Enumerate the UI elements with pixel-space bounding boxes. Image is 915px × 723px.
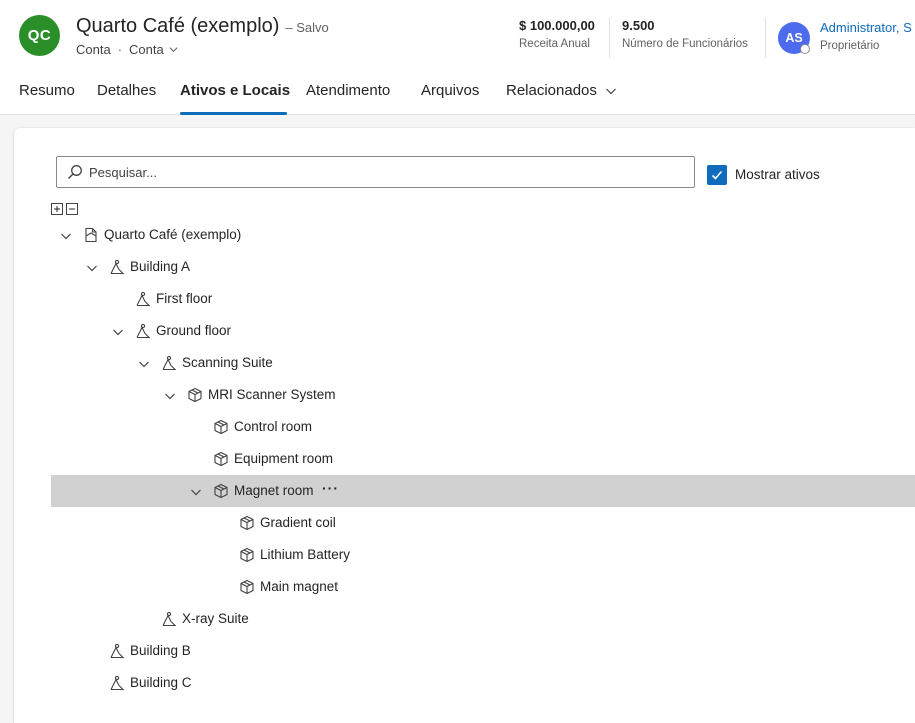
save-status: – Salvo xyxy=(285,20,329,35)
kpi-annual-revenue: $ 100.000,00 Receita Anual xyxy=(519,18,595,50)
kpi-label: Número de Funcionários xyxy=(622,38,748,50)
tree-node[interactable]: Building C xyxy=(51,667,915,699)
tree-node-label: First floor xyxy=(156,291,213,306)
tree-node[interactable]: Equipment room xyxy=(51,443,915,475)
tab-arquivos[interactable]: Arquivos xyxy=(421,82,479,99)
separator: · xyxy=(117,42,123,57)
tree-node[interactable]: MRI Scanner System xyxy=(51,379,915,411)
location-icon xyxy=(109,643,125,659)
tree-node[interactable]: Ground floor xyxy=(51,315,915,347)
tab-detalhes[interactable]: Detalhes xyxy=(97,82,156,99)
owner-role: Proprietário xyxy=(820,40,880,52)
tab-ativos-e-locais[interactable]: Ativos e Locais xyxy=(180,82,290,99)
kpi-value: $ 100.000,00 xyxy=(519,18,595,33)
tab-resumo[interactable]: Resumo xyxy=(19,82,75,99)
tree-node[interactable]: Building A xyxy=(51,251,915,283)
tree-node[interactable]: First floor xyxy=(51,283,915,315)
tree-node-label: X-ray Suite xyxy=(182,611,249,626)
location-icon xyxy=(135,323,151,339)
chevron-down-icon xyxy=(605,88,616,94)
kpi-employees: 9.500 Número de Funcionários xyxy=(622,18,748,50)
expand-all-button[interactable] xyxy=(51,203,63,215)
location-icon xyxy=(109,259,125,275)
chevron-down-icon[interactable] xyxy=(138,357,150,369)
location-icon xyxy=(161,611,177,627)
account-avatar: QC xyxy=(19,15,60,56)
tree-node-label: Control room xyxy=(234,419,313,434)
chevron-down-icon[interactable] xyxy=(60,229,72,241)
form-selector[interactable]: Conta xyxy=(129,42,179,57)
tab-atendimento[interactable]: Atendimento xyxy=(306,82,390,99)
tree-node-label: Lithium Battery xyxy=(260,547,351,562)
tree-node[interactable]: Quarto Café (exemplo) xyxy=(51,219,915,251)
chevron-down-icon[interactable] xyxy=(190,485,202,497)
chevron-down-icon[interactable] xyxy=(112,325,124,337)
tree-node-label: Scanning Suite xyxy=(182,355,273,370)
asset-icon xyxy=(239,579,255,595)
tree-node[interactable]: Building B xyxy=(51,635,915,667)
chevron-down-icon[interactable] xyxy=(86,261,98,273)
asset-icon xyxy=(239,515,255,531)
form-name: Conta xyxy=(129,42,164,57)
chevron-down-icon[interactable] xyxy=(164,389,176,401)
asset-icon xyxy=(213,419,229,435)
tree-node[interactable]: X-ray Suite xyxy=(51,603,915,635)
location-icon xyxy=(161,355,177,371)
asset-icon xyxy=(239,547,255,563)
tree-node-label: Building C xyxy=(130,675,192,690)
tree-node-label: Quarto Café (exemplo) xyxy=(104,227,242,242)
show-assets-checkbox[interactable] xyxy=(707,165,727,185)
record-header: QC Quarto Café (exemplo) – Salvo Conta ·… xyxy=(0,0,915,70)
show-assets-label[interactable]: Mostrar ativos xyxy=(735,167,820,182)
tree-node[interactable]: Gradient coil xyxy=(51,507,915,539)
tree-node-label: Magnet room xyxy=(234,483,314,498)
checkmark-icon xyxy=(711,170,723,180)
kpi-divider xyxy=(765,18,766,58)
owner-name-link[interactable]: Administrator, S xyxy=(820,20,912,35)
collapse-all-button[interactable] xyxy=(66,203,78,215)
entity-name: Conta xyxy=(76,42,111,57)
tree-node-label: Building B xyxy=(130,643,191,658)
tree-node[interactable]: Scanning Suite xyxy=(51,347,915,379)
tree-node-label: Gradient coil xyxy=(260,515,336,530)
tab-bar: Resumo Detalhes Ativos e Locais Atendime… xyxy=(0,70,915,115)
tree-node[interactable]: Magnet room ··· xyxy=(51,475,915,507)
presence-status-icon xyxy=(800,44,810,54)
kpi-value: 9.500 xyxy=(622,18,655,33)
location-icon xyxy=(109,675,125,691)
tree-node[interactable]: Main magnet xyxy=(51,571,915,603)
location-icon xyxy=(135,291,151,307)
account-icon xyxy=(83,227,99,243)
tree-node-label: Building A xyxy=(130,259,191,274)
tab-relacionados[interactable]: Relacionados xyxy=(506,82,617,99)
tree-node-label: Equipment room xyxy=(234,451,334,466)
asset-icon xyxy=(213,483,229,499)
title-row: Quarto Café (exemplo) – Salvo xyxy=(76,15,329,38)
tree-node-label: MRI Scanner System xyxy=(208,387,336,402)
tree-node[interactable]: Lithium Battery xyxy=(51,539,915,571)
more-options-button[interactable]: ··· xyxy=(322,480,339,496)
tree-node[interactable]: Control room xyxy=(51,411,915,443)
search-icon xyxy=(68,165,82,179)
kpi-divider xyxy=(609,18,610,58)
chevron-down-icon xyxy=(169,47,178,53)
entity-subtitle: Conta · Conta xyxy=(76,42,179,57)
plus-icon xyxy=(54,206,60,212)
tree-node-label: Main magnet xyxy=(260,579,339,594)
search-box[interactable] xyxy=(56,156,695,188)
tree-node-label: Ground floor xyxy=(156,323,232,338)
asset-icon xyxy=(213,451,229,467)
asset-icon xyxy=(187,387,203,403)
tab-label: Relacionados xyxy=(506,82,597,99)
record-title: Quarto Café (exemplo) xyxy=(76,15,280,37)
minus-icon xyxy=(69,208,75,210)
kpi-label: Receita Anual xyxy=(519,38,590,50)
search-input[interactable] xyxy=(89,164,679,180)
